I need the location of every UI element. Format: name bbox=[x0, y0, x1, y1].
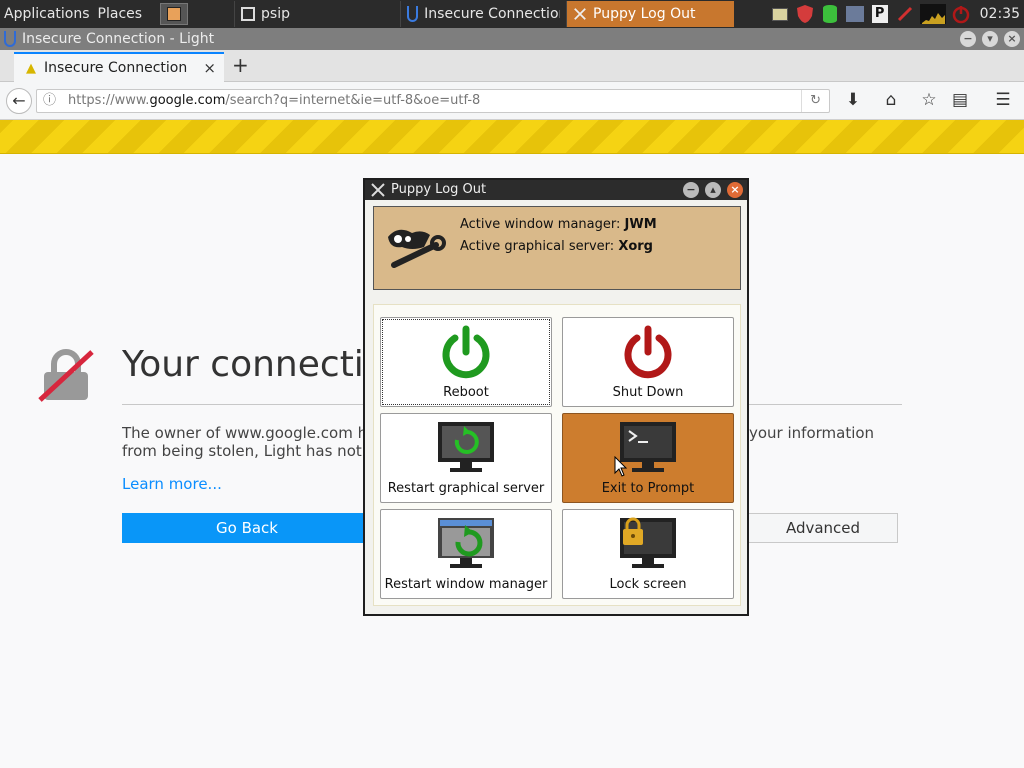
tab-close-icon[interactable]: × bbox=[203, 59, 216, 77]
learn-more-link[interactable]: Learn more... bbox=[122, 475, 222, 493]
reboot-power-icon bbox=[442, 325, 490, 379]
error-description-line1: The owner of www.google.com has configur… bbox=[122, 424, 364, 442]
tab-insecure-connection[interactable]: ▲ Insecure Connection × bbox=[14, 52, 224, 82]
dialog-maximize-button[interactable]: ▴ bbox=[705, 182, 721, 198]
warning-icon: ▲ bbox=[26, 60, 36, 76]
error-description-line1-tail: your information bbox=[749, 424, 875, 442]
applications-menu[interactable]: Applications bbox=[0, 0, 94, 28]
bookmark-star-icon[interactable]: ☆ bbox=[918, 90, 940, 110]
shutdown-power-icon bbox=[624, 325, 672, 379]
restart-graphical-server-label: Restart graphical server bbox=[387, 481, 545, 496]
taskbar-item-label: Puppy Log Out bbox=[593, 6, 696, 22]
url-bar[interactable]: ⓘ https://www.google.com/search?q=intern… bbox=[36, 89, 830, 113]
error-title: Your connection is not secure bbox=[122, 344, 364, 385]
dialog-minimize-button[interactable]: − bbox=[683, 182, 699, 198]
restart-graphical-server-button[interactable]: Restart graphical server bbox=[380, 413, 552, 503]
p-icon[interactable]: P bbox=[870, 4, 890, 24]
puppy-wrench-icon bbox=[388, 229, 446, 268]
dialog-close-button[interactable]: × bbox=[727, 182, 743, 198]
reader-view-icon[interactable]: ▤ bbox=[949, 90, 971, 110]
warning-stripe bbox=[0, 120, 1024, 154]
exit-to-prompt-label: Exit to Prompt bbox=[601, 481, 695, 496]
info-icon[interactable]: ⓘ bbox=[43, 90, 56, 112]
taskbar-item-puppy-logout[interactable]: Puppy Log Out bbox=[566, 1, 735, 27]
go-back-button[interactable]: Go Back bbox=[122, 513, 372, 543]
reload-icon[interactable]: ↻ bbox=[801, 90, 821, 112]
broken-lock-icon bbox=[38, 349, 94, 402]
error-description-line2: from being stolen, Light has not connect… bbox=[122, 442, 364, 460]
taskbar-item-label: Insecure Connection - bbox=[424, 6, 561, 22]
hamburger-menu-icon[interactable]: ☰ bbox=[992, 90, 1014, 110]
power-icon[interactable] bbox=[951, 4, 971, 24]
browser-window-titlebar[interactable]: Insecure Connection - Light − ▾ × bbox=[0, 28, 1024, 50]
download-icon[interactable]: ⬇ bbox=[842, 90, 864, 110]
close-button[interactable]: × bbox=[1004, 31, 1020, 47]
tab-title: Insecure Connection bbox=[44, 60, 188, 76]
dialog-title: Puppy Log Out bbox=[391, 182, 487, 197]
tools-icon bbox=[574, 8, 586, 20]
reboot-button[interactable]: Reboot bbox=[380, 317, 552, 407]
advanced-button[interactable]: Advanced bbox=[748, 513, 898, 543]
taskbar-item-browser[interactable]: Insecure Connection - bbox=[400, 1, 566, 27]
top-panel: Applications Places psip Insecure Connec… bbox=[0, 0, 1024, 28]
window-manager-info: Active window manager: JWM bbox=[460, 217, 657, 232]
reboot-label: Reboot bbox=[443, 385, 489, 400]
window-icon bbox=[241, 7, 256, 21]
lock-screen-label: Lock screen bbox=[609, 577, 687, 592]
shutdown-label: Shut Down bbox=[612, 385, 684, 400]
url-text: https://www.google.com/search?q=internet… bbox=[68, 93, 481, 108]
home-icon[interactable]: ⌂ bbox=[880, 90, 902, 110]
shield-icon[interactable] bbox=[795, 4, 815, 24]
session-info-panel: Active window manager: JWM Active graphi… bbox=[373, 206, 741, 290]
shutdown-button[interactable]: Shut Down bbox=[562, 317, 734, 407]
exit-to-prompt-button[interactable]: Exit to Prompt bbox=[562, 413, 734, 503]
workspace-switcher[interactable] bbox=[160, 3, 189, 25]
restart-window-manager-label: Restart window manager bbox=[384, 577, 548, 592]
logout-options-grid: Reboot Shut Down Restart graphical serve… bbox=[373, 304, 741, 606]
minimize-button[interactable]: − bbox=[960, 31, 976, 47]
clock: 02:35 bbox=[979, 6, 1020, 22]
window-refresh-icon bbox=[438, 518, 494, 568]
tools-icon bbox=[371, 183, 385, 197]
monitor-refresh-icon bbox=[438, 422, 494, 472]
dialog-titlebar[interactable]: Puppy Log Out − ▴ × bbox=[365, 180, 747, 200]
tab-bar: ▲ Insecure Connection × + bbox=[0, 50, 1024, 82]
taskbar-item-label: psip bbox=[261, 6, 291, 22]
graphical-server-info: Active graphical server: Xorg bbox=[460, 239, 653, 254]
light-browser-icon bbox=[4, 31, 16, 47]
network-icon[interactable] bbox=[845, 4, 865, 24]
system-tray: P 02:35 bbox=[770, 0, 1024, 28]
lock-screen-button[interactable]: Lock screen bbox=[562, 509, 734, 599]
pen-icon[interactable] bbox=[895, 4, 915, 24]
restart-window-manager-button[interactable]: Restart window manager bbox=[380, 509, 552, 599]
new-tab-button[interactable]: + bbox=[232, 53, 249, 77]
workspace-icon bbox=[167, 7, 182, 21]
light-browser-icon bbox=[407, 6, 419, 22]
mouse-cursor-icon bbox=[614, 456, 628, 477]
maximize-button[interactable]: ▾ bbox=[982, 31, 998, 47]
notes-icon[interactable] bbox=[770, 4, 790, 24]
places-menu[interactable]: Places bbox=[94, 0, 147, 28]
back-button[interactable]: ← bbox=[6, 88, 32, 114]
navigation-toolbar: ← ⓘ https://www.google.com/search?q=inte… bbox=[0, 82, 1024, 120]
database-icon[interactable] bbox=[820, 4, 840, 24]
cpu-graph-icon bbox=[919, 4, 946, 24]
taskbar-item-psip[interactable]: psip bbox=[234, 1, 400, 27]
puppy-logout-dialog: Puppy Log Out − ▴ × Active window manage… bbox=[363, 178, 749, 616]
lock-monitor-icon bbox=[620, 517, 676, 568]
window-title: Insecure Connection - Light bbox=[22, 31, 215, 47]
